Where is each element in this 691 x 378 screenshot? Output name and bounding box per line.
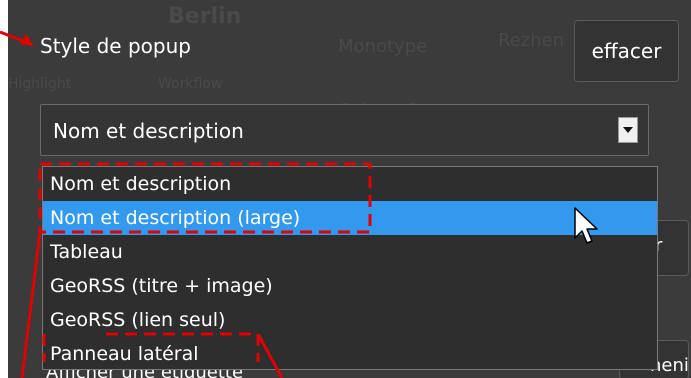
- clear-button[interactable]: effacer: [574, 20, 679, 82]
- popup-style-dropdown: Nom et description Nom et description (l…: [42, 166, 658, 370]
- background-ghost-text: Monotype: [338, 36, 428, 57]
- dropdown-option[interactable]: Tableau: [43, 235, 657, 269]
- popup-style-label: Style de popup: [40, 34, 191, 58]
- background-ghost-text: Highlight: [8, 76, 72, 92]
- popup-style-select[interactable]: Nom et description: [40, 104, 649, 156]
- dropdown-option[interactable]: Nom et description: [43, 167, 657, 201]
- dropdown-option[interactable]: GeoRSS (titre + image): [43, 269, 657, 303]
- settings-panel: Berlin Monotype Rezhen Highlight Workflo…: [8, 0, 691, 378]
- caret-down-icon[interactable]: [618, 117, 638, 143]
- dropdown-option[interactable]: GeoRSS (lien seul): [43, 303, 657, 337]
- background-ghost-text: Workflow: [158, 76, 223, 92]
- background-ghost-text: Berlin: [168, 4, 242, 29]
- dropdown-option[interactable]: Panneau latéral: [43, 337, 657, 371]
- background-ghost-text: Rezhen: [498, 30, 565, 51]
- dropdown-option-highlighted[interactable]: Nom et description (large): [43, 201, 657, 235]
- select-current-value: Nom et description: [53, 119, 244, 143]
